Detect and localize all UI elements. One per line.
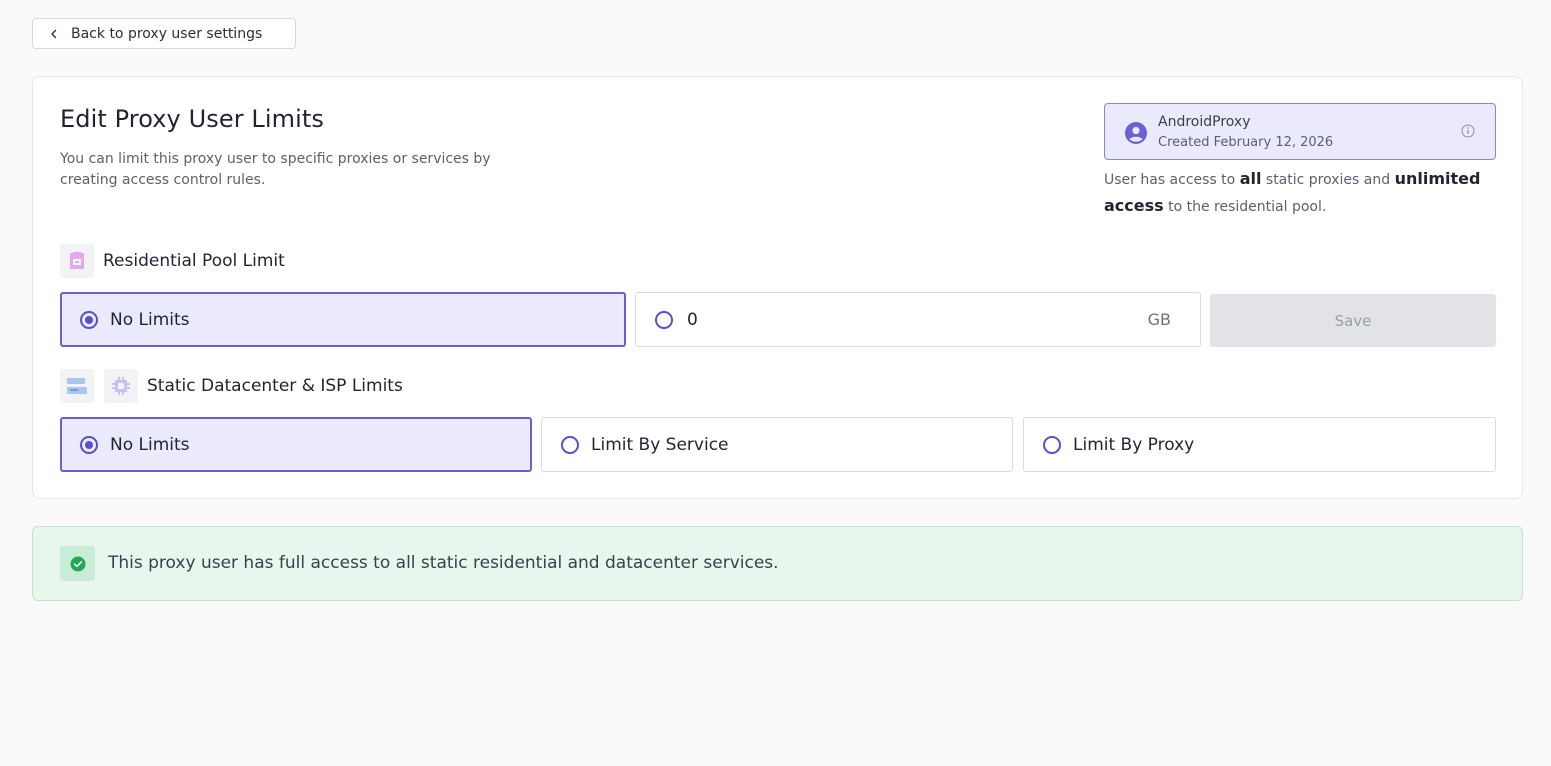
gb-unit-label: GB [1147, 310, 1171, 329]
info-icon[interactable] [1461, 124, 1475, 138]
residential-icon [60, 244, 94, 278]
residential-no-limits-option[interactable]: No Limits [60, 292, 626, 347]
access-summary: User has access to all static proxies an… [1104, 169, 1481, 215]
option-label: No Limits [110, 309, 190, 330]
page-title: Edit Proxy User Limits [60, 105, 325, 133]
user-avatar-icon [1125, 122, 1147, 144]
datacenter-icon [60, 369, 94, 403]
radio-unselected-icon [561, 435, 579, 454]
check-circle-icon [70, 556, 85, 571]
option-label: Limit By Proxy [1073, 434, 1195, 455]
page-description: You can limit this proxy user to specifi… [60, 151, 491, 188]
static-limit-by-proxy-option[interactable]: Limit By Proxy [1023, 417, 1496, 472]
static-no-limits-option[interactable]: No Limits [60, 417, 532, 472]
option-label: Limit By Service [591, 434, 729, 455]
static-section-label: Static Datacenter & ISP Limits [147, 376, 403, 396]
limits-card: Edit Proxy User Limits You can limit thi… [32, 76, 1523, 499]
residential-section-label: Residential Pool Limit [103, 251, 285, 271]
chip-icon [112, 377, 130, 395]
user-created-date: Created February 12, 2026 [1158, 135, 1334, 150]
user-name: AndroidProxy [1158, 114, 1251, 130]
radio-unselected-icon[interactable] [655, 310, 673, 329]
server-icon [67, 378, 87, 394]
banner-message: This proxy user has full access to all s… [108, 553, 779, 573]
gb-limit-value[interactable]: 0 [687, 310, 698, 330]
back-button-label: Back to proxy user settings [71, 25, 263, 42]
isp-icon [104, 369, 138, 403]
option-label: No Limits [110, 434, 190, 455]
residential-gb-limit-field[interactable]: 0 GB [635, 292, 1201, 347]
save-button[interactable]: Save [1210, 294, 1496, 347]
radio-selected-icon [80, 310, 98, 329]
radio-unselected-icon [1043, 435, 1061, 454]
chevron-left-icon [51, 29, 57, 38]
back-to-settings-button[interactable]: Back to proxy user settings [32, 18, 296, 49]
user-summary: AndroidProxy Created February 12, 2026 [1104, 103, 1496, 160]
full-access-banner: This proxy user has full access to all s… [32, 526, 1523, 601]
static-limit-by-service-option[interactable]: Limit By Service [541, 417, 1013, 472]
house-lock-icon [70, 252, 84, 269]
success-icon-wrap [60, 546, 95, 581]
radio-selected-icon [80, 435, 98, 454]
